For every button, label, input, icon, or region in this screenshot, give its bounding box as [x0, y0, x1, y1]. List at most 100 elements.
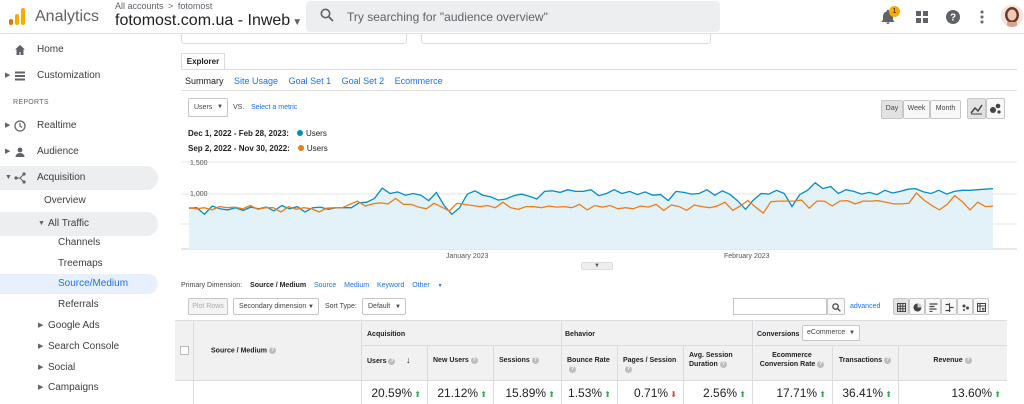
sidebar-item-referrals[interactable]: Referrals — [58, 295, 99, 315]
trend-up-icon: ⬆ — [817, 390, 826, 399]
column-header-label: Transactions — [838, 357, 883, 364]
help-icon[interactable]: ? — [388, 357, 396, 365]
subtab-summary[interactable]: Summary — [185, 76, 224, 86]
table-search-button[interactable] — [827, 298, 845, 315]
divider — [181, 69, 1017, 70]
legend-series-1: Users — [305, 129, 327, 138]
legend-range-2-dates: Sep 2, 2022 - Nov 30, 2022: — [188, 144, 290, 153]
column-header-revenue[interactable]: Revenue? — [904, 356, 1001, 365]
help-icon[interactable]: ? — [470, 356, 478, 364]
help-icon[interactable]: ? — [964, 356, 972, 364]
more-vert-icon[interactable] — [974, 9, 990, 25]
users-line-chart[interactable]: 1,500 1,000 500 January 2023 February 20… — [181, 154, 1017, 264]
avatar-image — [1001, 5, 1023, 27]
search-icon — [831, 303, 841, 312]
group-header-acquisition: Acquisition — [367, 331, 406, 338]
view-pivot-toggle[interactable] — [973, 298, 989, 315]
legend-range-1: Dec 1, 2022 - Feb 28, 2023: Users — [188, 129, 327, 138]
sidebar-item-realtime[interactable]: ▶ Realtime — [0, 114, 158, 138]
apps-grid-icon[interactable] — [914, 9, 930, 25]
secondary-dimension-select[interactable]: Secondary dimension ▼ — [233, 298, 319, 315]
sort-desc-icon[interactable]: ↓ — [403, 355, 411, 365]
total-new-users: 21.12% ⬆ — [427, 386, 487, 400]
breadcrumb-all-accounts[interactable]: All accounts — [115, 1, 164, 11]
sidebar-item-overview[interactable]: Overview — [44, 191, 86, 211]
subtab-site-usage[interactable]: Site Usage — [234, 76, 278, 86]
view-table-toggle[interactable] — [893, 298, 909, 315]
expand-arrow-icon: ▶ — [5, 122, 11, 129]
help-icon[interactable]: ? — [719, 360, 727, 368]
metric-select[interactable]: Users ▼ — [188, 98, 228, 117]
help-icon[interactable]: ? — [531, 356, 539, 364]
motion-chart-toggle[interactable] — [986, 98, 1005, 119]
table-search-input[interactable] — [733, 298, 827, 315]
conversions-select[interactable]: eCommerce ▼ — [802, 325, 860, 341]
select-all-checkbox[interactable] — [180, 346, 189, 355]
advanced-filter-link[interactable]: advanced — [850, 303, 880, 310]
column-header-avg-session-duration[interactable]: Avg. Session Duration? — [689, 351, 746, 369]
plot-rows-button[interactable]: Plot Rows — [188, 298, 228, 315]
column-header-transactions[interactable]: Transactions? — [838, 356, 892, 365]
app-name[interactable]: Analytics — [35, 8, 99, 26]
column-header-new-users[interactable]: New Users? — [433, 356, 487, 365]
select-metric-link[interactable]: Select a metric — [251, 104, 297, 111]
column-header-sessions[interactable]: Sessions? — [499, 356, 555, 365]
analytics-logo-icon[interactable] — [9, 7, 25, 25]
line-chart-toggle[interactable] — [967, 98, 986, 119]
view-pie-toggle[interactable] — [909, 298, 925, 315]
column-header-users[interactable]: Users? ↓ — [367, 356, 421, 366]
breadcrumb-account[interactable]: fotomost — [178, 1, 213, 11]
chart-collapse-handle[interactable]: ▼ — [581, 262, 613, 270]
y-tick-label: 1,500 — [190, 160, 208, 167]
view-comparison-toggle[interactable] — [941, 298, 957, 315]
sidebar-item-home[interactable]: Home — [0, 38, 158, 62]
sidebar-item-customization[interactable]: ▶ Customization — [0, 64, 158, 88]
help-icon[interactable]: ? — [269, 347, 277, 354]
column-header-source-medium[interactable]: Source / Medium? — [211, 347, 277, 354]
help-icon[interactable]: ? — [817, 360, 825, 368]
total-value: 13.60% — [951, 386, 993, 400]
sidebar-item-channels[interactable]: Channels — [58, 233, 100, 253]
help-icon[interactable]: ? — [945, 9, 961, 25]
sidebar-item-acquisition[interactable]: ▼ Acquisition — [0, 166, 158, 190]
sort-type-select[interactable]: Default ▼ — [362, 298, 406, 315]
view-performance-toggle[interactable] — [925, 298, 941, 315]
line-chart-icon — [970, 104, 983, 115]
sidebar-item-label: Home — [37, 44, 64, 55]
avatar[interactable] — [1001, 5, 1023, 27]
search-input[interactable]: Try searching for "audience overview" — [306, 1, 720, 32]
trend-up-icon: ⬆ — [478, 390, 487, 399]
period-month-button[interactable]: Month — [930, 100, 961, 119]
trend-up-icon: ⬆ — [883, 390, 892, 399]
dimension-source[interactable]: Source — [314, 282, 336, 289]
column-header-pages-per-session[interactable]: Pages / Session? — [623, 356, 677, 374]
subtab-goal-set-2[interactable]: Goal Set 2 — [342, 76, 385, 86]
primary-dimension-label: Primary Dimension: — [181, 282, 243, 289]
dimension-medium[interactable]: Medium — [344, 282, 369, 289]
help-icon[interactable]: ? — [569, 365, 576, 373]
subtab-goal-set-1[interactable]: Goal Set 1 — [289, 76, 332, 86]
help-icon[interactable]: ? — [884, 356, 892, 364]
period-week-button[interactable]: Week — [903, 100, 930, 119]
sidebar-item-source-medium[interactable]: Source/Medium — [0, 274, 158, 294]
account-view-selector[interactable]: fotomost.com.ua - Inweb ▼ — [115, 12, 302, 30]
dimension-keyword[interactable]: Keyword — [377, 282, 404, 289]
total-value: 1.53% — [568, 386, 603, 400]
column-header-ecommerce-conversion-rate[interactable]: Ecommerce Conversion Rate? — [758, 351, 826, 369]
sidebar-item-treemaps[interactable]: Treemaps — [58, 254, 103, 274]
sidebar-item-audience[interactable]: ▶ Audience — [0, 140, 158, 164]
period-day-button[interactable]: Day — [881, 100, 903, 119]
total-avg-session-duration: 2.56% ⬆ — [683, 386, 746, 400]
legend-range-1-dates: Dec 1, 2022 - Feb 28, 2023: — [188, 129, 289, 138]
tab-explorer[interactable]: Explorer — [181, 53, 225, 70]
column-header-label: Sessions — [499, 357, 530, 364]
help-icon[interactable]: ? — [625, 365, 632, 373]
pie-view-icon — [913, 303, 921, 312]
vs-label: VS. — [233, 104, 245, 111]
sidebar-item-campaigns[interactable]: ▶ Campaigns — [0, 376, 158, 400]
subtab-ecommerce[interactable]: Ecommerce — [395, 76, 443, 86]
dimension-other[interactable]: Other ▼ — [412, 282, 448, 289]
column-header-bounce-rate[interactable]: Bounce Rate? — [567, 356, 611, 374]
view-term-cloud-toggle[interactable] — [957, 298, 973, 315]
dimension-source-medium[interactable]: Source / Medium — [250, 282, 306, 289]
